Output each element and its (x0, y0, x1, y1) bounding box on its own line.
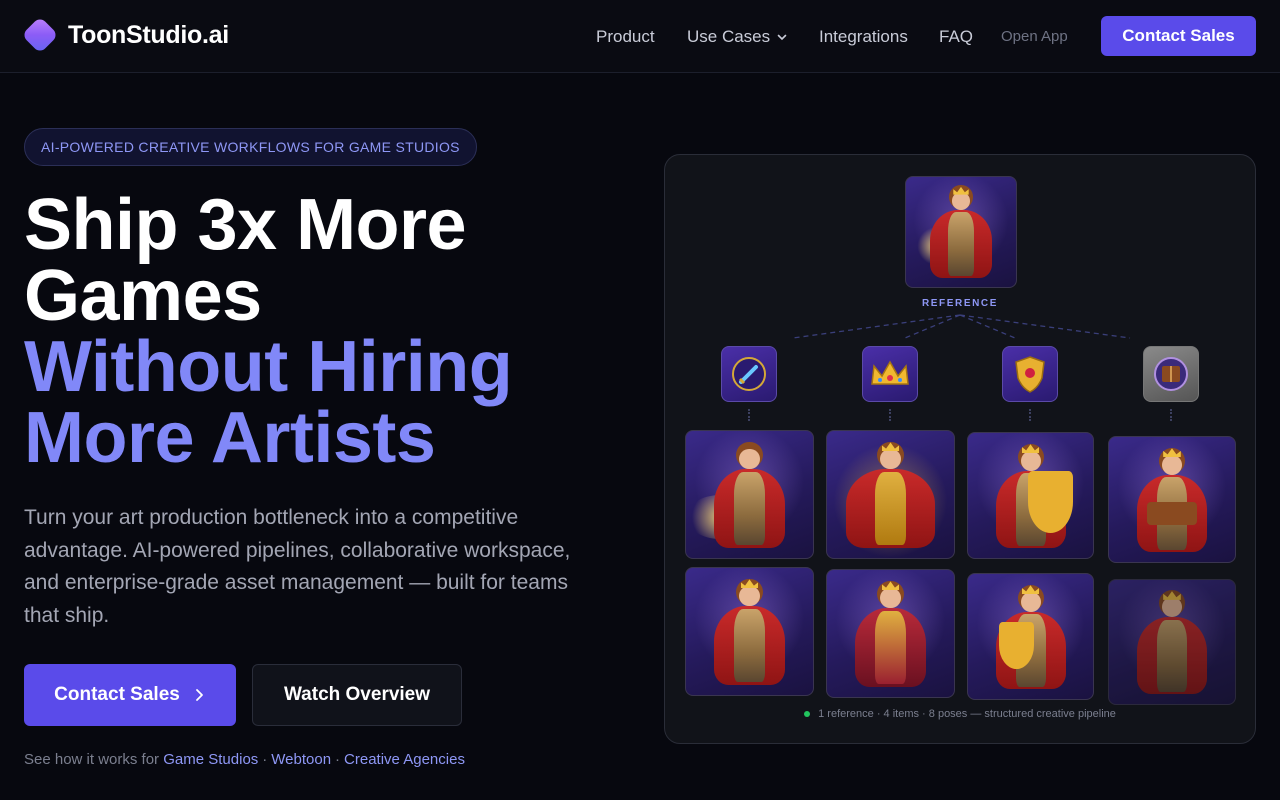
shield-glyph (1015, 356, 1045, 393)
crown-glyph (871, 360, 909, 385)
see-how-links: See how it works for Game Studios · Webtoo… (24, 751, 465, 768)
headline-line-4: More Artists (24, 398, 436, 478)
pipeline-connector-lines (792, 314, 1131, 339)
pose-image[interactable] (826, 430, 955, 559)
separator-dot: · (335, 751, 341, 768)
nav-contact-sales-button[interactable]: Contact Sales (1101, 16, 1256, 56)
pipeline-preview-panel: REFERENCE 1 reference · 4 items · 8 pose… (664, 154, 1256, 744)
link-creative-agencies[interactable]: Creative Agencies (344, 751, 465, 768)
pose-image[interactable] (967, 432, 1094, 559)
chevron-right-icon (195, 689, 203, 701)
brand-name: ToonStudio.ai (68, 20, 229, 49)
link-game-studios[interactable]: Game Studios (163, 751, 258, 768)
sword-icon[interactable] (721, 346, 777, 402)
crown-icon[interactable] (862, 346, 918, 402)
hero-subheadline: Turn your art production bottleneck into… (24, 506, 571, 627)
nav-link-use-cases[interactable]: Use Cases (687, 27, 787, 47)
hero-contact-sales-label: Contact Sales (54, 684, 180, 705)
nav-link-product[interactable]: Product (596, 27, 655, 47)
chevron-down-icon (777, 34, 787, 41)
pipeline-caption-text: 1 reference · 4 items · 8 poses — struct… (818, 708, 1116, 720)
headline-line-2: Games (24, 256, 262, 336)
pose-image[interactable] (826, 569, 955, 698)
headline-line-3: Without Hiring (24, 327, 513, 407)
status-dot-icon (804, 711, 811, 717)
top-nav: ToonStudio.ai Product Use Cases Integrat… (0, 0, 1280, 73)
pipeline-caption: 1 reference · 4 items · 8 poses — struct… (665, 708, 1255, 720)
pose-image[interactable] (1108, 579, 1236, 705)
logo-icon (21, 16, 59, 54)
brand-logo[interactable]: ToonStudio.ai (21, 16, 229, 54)
hero-pill-badge: AI-POWERED CREATIVE WORKFLOWS FOR GAME S… (24, 128, 477, 166)
nav-link-integrations[interactable]: Integrations (819, 27, 908, 47)
hero-headline: Ship 3x More Games Without Hiring More A… (24, 185, 624, 478)
separator-dot: · (262, 751, 268, 768)
pose-image[interactable] (685, 567, 814, 696)
spellbook-glyph (1154, 357, 1188, 391)
nav-link-use-cases-label: Use Cases (687, 27, 771, 46)
spellbook-icon[interactable] (1143, 346, 1199, 402)
sword-glyph (732, 357, 766, 391)
pose-image[interactable] (1108, 436, 1236, 563)
pose-image[interactable] (967, 573, 1094, 700)
link-webtoon[interactable]: Webtoon (271, 751, 331, 768)
nav-link-faq[interactable]: FAQ (939, 27, 973, 47)
see-how-prefix: See how it works for (24, 751, 160, 768)
watch-overview-button[interactable]: Watch Overview (252, 664, 462, 726)
headline-line-1: Ship 3x More (24, 185, 467, 265)
pose-image[interactable] (685, 430, 814, 559)
nav-link-open-app[interactable]: Open App (1001, 28, 1068, 45)
hero-contact-sales-button[interactable]: Contact Sales (24, 664, 236, 726)
shield-icon[interactable] (1002, 346, 1058, 402)
